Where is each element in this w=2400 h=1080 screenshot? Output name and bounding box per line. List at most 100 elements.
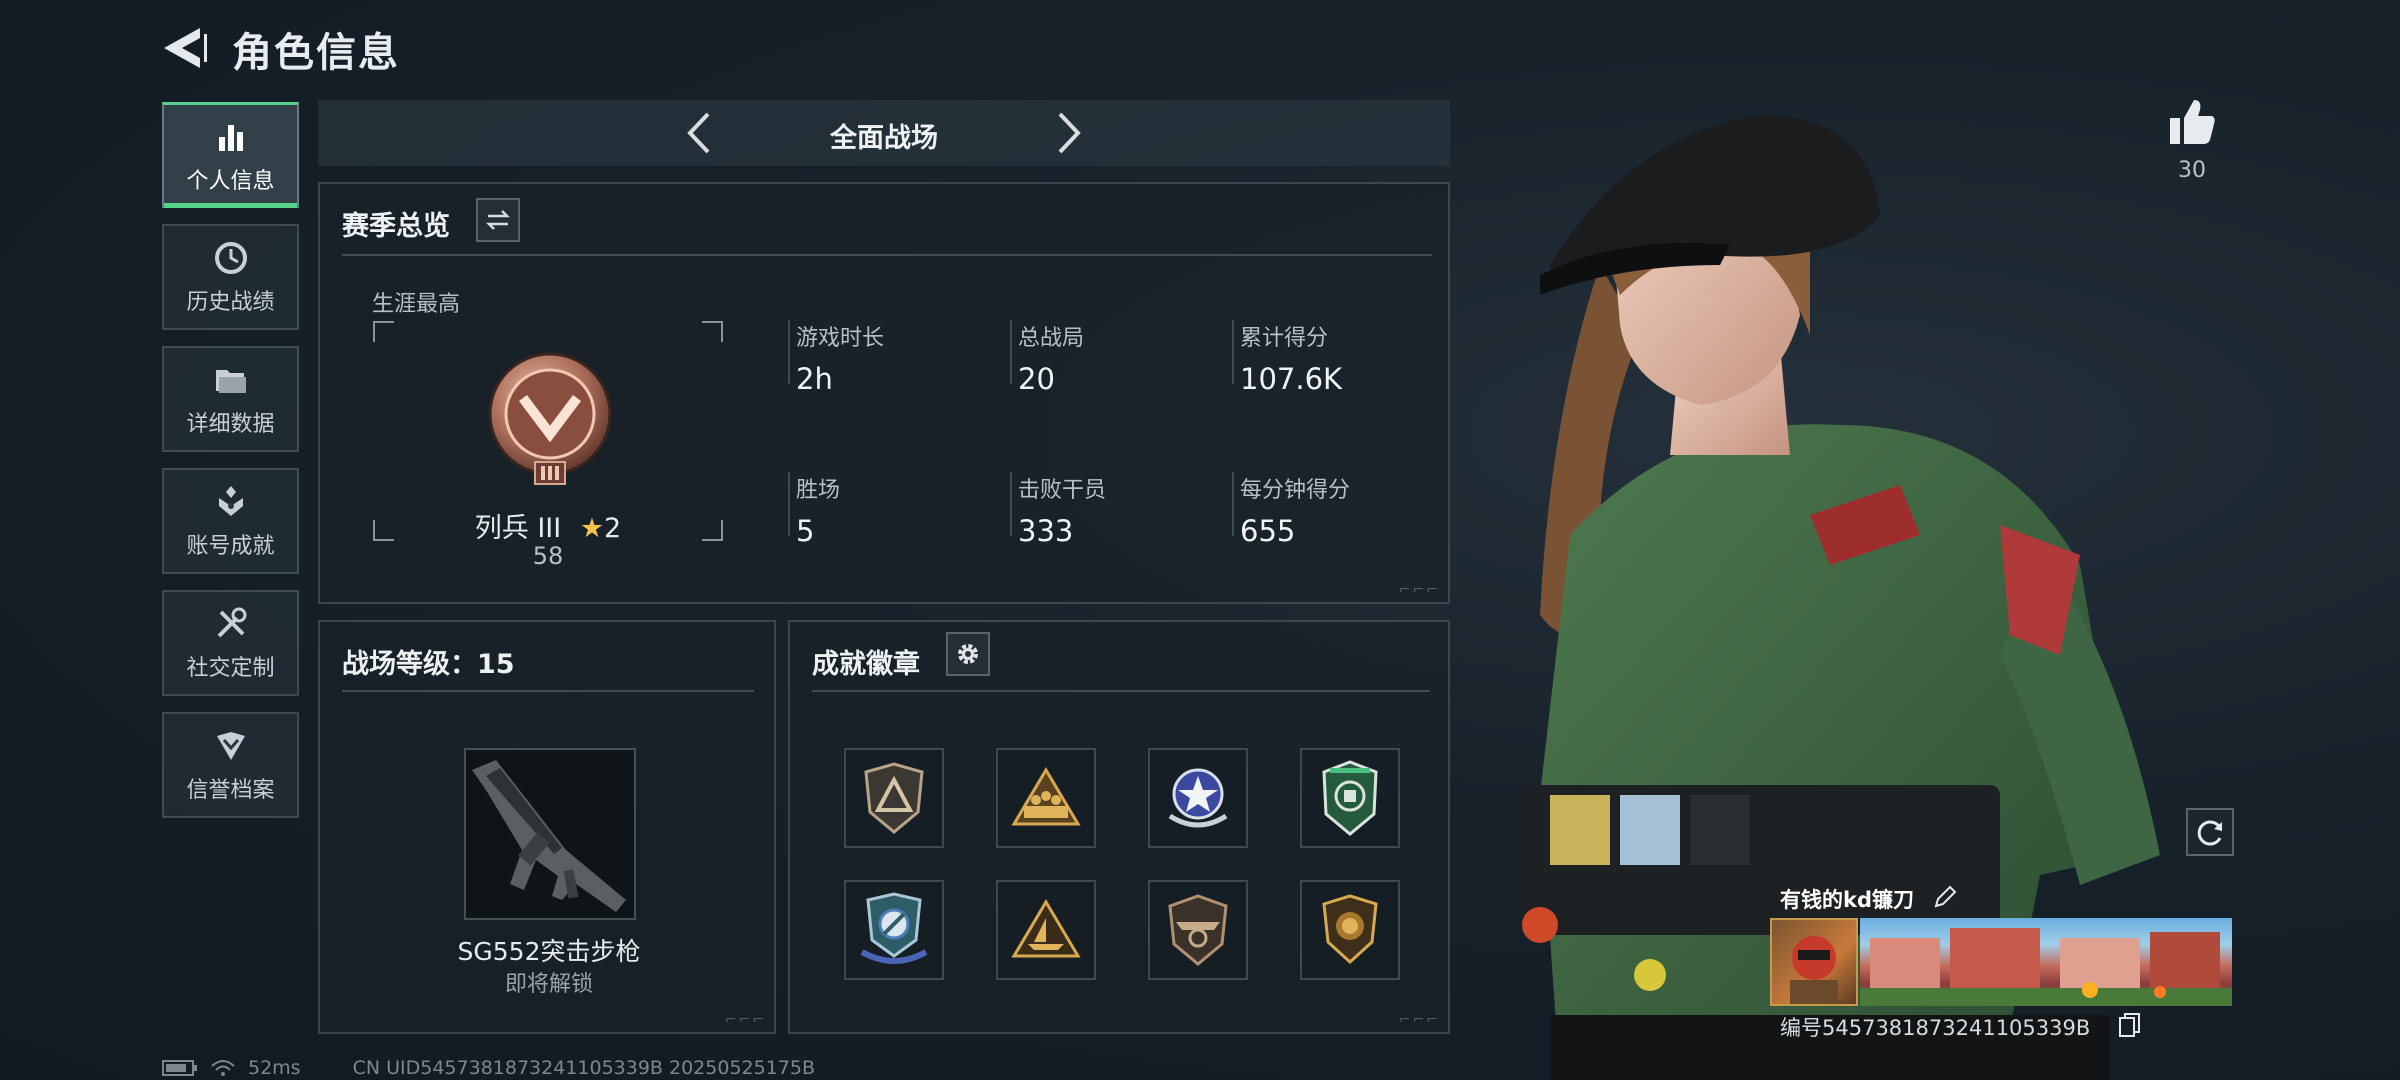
rank-name: 列兵 III	[474, 513, 562, 544]
nav-item-history[interactable]: 历史战绩	[162, 224, 299, 330]
badge-star-wings-icon	[1168, 768, 1228, 828]
badge-eagle-shield-icon	[1168, 894, 1228, 966]
stat-value: 5	[796, 514, 815, 548]
achievement-badges-panel: 成就徽章 ⌐⌐⌐	[788, 620, 1450, 1034]
badge-slot-6[interactable]	[996, 880, 1096, 980]
stat-separator	[1010, 472, 1012, 536]
pencil-icon	[1934, 885, 1957, 908]
corner-decoration: ⌐⌐⌐	[1398, 1012, 1440, 1028]
badge-slot-2[interactable]	[996, 748, 1096, 848]
season-overview-title: 赛季总览	[342, 211, 450, 242]
badge-lion-shield-icon	[1322, 894, 1378, 965]
back-arrow-icon	[164, 28, 207, 68]
clock-icon	[214, 242, 247, 274]
rank-stars: 2	[604, 513, 622, 544]
nav-item-achievements[interactable]: 账号成就	[162, 468, 299, 574]
nav-item-social-custom[interactable]: 社交定制	[162, 590, 299, 696]
chevron-right-icon	[1058, 112, 1081, 154]
nav-label: 历史战绩	[186, 290, 275, 315]
stat-separator	[1010, 320, 1012, 384]
status-bar: 52ms CN UID5457381873241105339B 20250525…	[162, 1056, 815, 1080]
badge-slot-1[interactable]	[844, 748, 944, 848]
nav-item-credit-record[interactable]: 信誉档案	[162, 712, 299, 818]
weapon-status: 即将解锁	[504, 972, 593, 997]
badge-slot-3[interactable]	[1148, 748, 1248, 848]
divider	[342, 690, 754, 692]
copy-uid-button[interactable]	[2118, 1012, 2142, 1038]
stat-total-score: 累计得分 107.6K	[1240, 320, 1342, 396]
divider	[342, 254, 1432, 256]
like-count: 30	[2178, 158, 2206, 183]
refresh-character-button[interactable]	[2186, 808, 2234, 856]
gear-icon	[958, 644, 978, 664]
stat-kills: 击败干员 333	[1018, 472, 1106, 548]
stat-separator	[1232, 472, 1234, 536]
rank-line: 列兵 III ★2	[372, 506, 724, 545]
player-name: 有钱的kd镰刀	[1780, 888, 1914, 912]
back-button[interactable]	[160, 26, 210, 70]
shield-check-icon	[216, 732, 245, 760]
rifle-icon	[472, 760, 626, 912]
stat-play-time: 游戏时长 2h	[796, 320, 884, 396]
nav-label: 个人信息	[186, 168, 275, 194]
stat-label: 击败干员	[1018, 478, 1107, 503]
badge-green-crest-icon	[1322, 760, 1378, 836]
stat-label: 累计得分	[1240, 326, 1329, 351]
edit-name-button[interactable]	[1932, 884, 1958, 910]
stat-separator	[788, 472, 790, 536]
badge-blue-wings-icon	[860, 892, 928, 964]
player-uid: 编号5457381873241105339B	[1780, 1016, 2091, 1040]
achievement-icon	[218, 486, 243, 516]
divider	[812, 690, 1430, 692]
stat-label: 每分钟得分	[1240, 478, 1351, 503]
career-best-label: 生涯最高	[372, 292, 461, 317]
name-card-banner[interactable]	[1860, 918, 2232, 1006]
badge-settings-button[interactable]	[946, 632, 990, 676]
next-mode-button[interactable]	[1042, 108, 1092, 158]
nav-label: 账号成就	[186, 534, 275, 559]
nav-item-personal-info[interactable]: 个人信息	[162, 102, 299, 208]
stat-label: 胜场	[796, 478, 841, 503]
corner-decoration: ⌐⌐⌐	[724, 1012, 766, 1028]
stat-label: 游戏时长	[796, 326, 885, 351]
folder-icon	[215, 370, 246, 393]
weapon-reward-slot[interactable]	[464, 748, 636, 920]
refresh-icon	[2197, 820, 2222, 846]
stat-value: 107.6K	[1240, 362, 1343, 396]
swap-icon	[485, 210, 511, 230]
page-title: 角色信息	[232, 30, 400, 76]
badge-slot-5[interactable]	[844, 880, 944, 980]
badge-ship-triangle-icon	[1011, 899, 1081, 958]
battlefield-level-panel: 战场等级：15 SG552突击步枪 即将解锁 ⌐⌐⌐	[318, 620, 776, 1034]
wifi-icon	[211, 1060, 235, 1076]
badge-slot-4[interactable]	[1300, 748, 1400, 848]
nav-label: 信誉档案	[186, 778, 275, 803]
stat-separator	[1232, 320, 1234, 384]
stat-wins: 胜场 5	[796, 472, 840, 548]
copy-icon	[2119, 1013, 2140, 1037]
stat-value: 2h	[796, 362, 833, 396]
mode-title: 全面战场	[830, 123, 938, 154]
stat-total-matches: 总战局 20	[1018, 320, 1084, 396]
badge-slot-8[interactable]	[1300, 880, 1400, 980]
stat-separator	[788, 320, 790, 384]
badge-triangle-shield-icon	[864, 762, 924, 834]
status-uid: CN UID5457381873241105339B 20250525175B	[352, 1057, 816, 1079]
season-overview-panel: 赛季总览 生涯最高 列兵 III ★2 58 游戏时长 2h 总战局 20 累计…	[318, 182, 1450, 604]
mode-selector: 全面战场	[318, 100, 1450, 166]
thumbs-up-icon	[2170, 100, 2215, 144]
badge-slot-7[interactable]	[1148, 880, 1248, 980]
stat-score-per-minute: 每分钟得分 655	[1240, 472, 1350, 548]
avatar[interactable]	[1770, 918, 1858, 1006]
nav-label: 社交定制	[186, 656, 275, 681]
tools-icon	[217, 607, 246, 638]
like-button[interactable]	[2166, 96, 2218, 148]
bar-chart-icon	[218, 124, 243, 151]
weapon-name: SG552突击步枪	[457, 937, 641, 966]
stat-value: 655	[1240, 514, 1296, 548]
nav-item-detailed-data[interactable]: 详细数据	[162, 346, 299, 452]
ping-value: 52ms	[248, 1057, 301, 1079]
rank-points: 58	[532, 542, 564, 570]
switch-season-button[interactable]	[476, 198, 520, 242]
corner-decoration: ⌐⌐⌐	[1398, 582, 1440, 598]
